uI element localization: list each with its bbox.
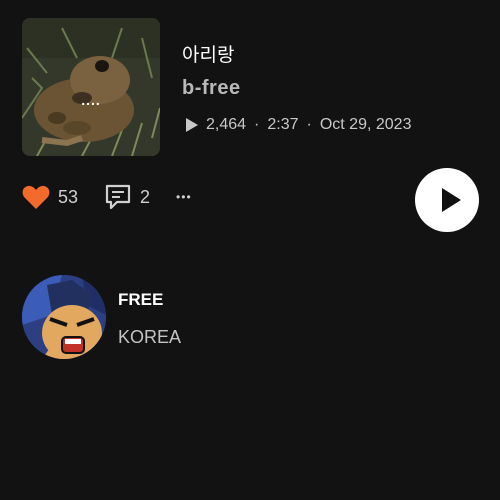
track-title[interactable]: 아리랑 [182, 40, 234, 67]
comment-button[interactable]: 2 [104, 183, 150, 211]
like-count: 53 [58, 186, 79, 207]
play-icon [442, 188, 461, 212]
more-icon: ••• [176, 190, 192, 204]
comment-icon [105, 184, 131, 210]
play-button[interactable] [415, 168, 479, 232]
track-duration: 2:37 [267, 116, 299, 133]
avatar-image [22, 275, 106, 359]
track-meta: 2,464 · 2:37 · Oct 29, 2023 [186, 116, 411, 134]
track-artist[interactable]: b-free [182, 77, 241, 100]
play-count-icon [186, 118, 198, 132]
track-page: .... 아리랑 b-free 2,464 · 2:37 · Oct 29, 2… [0, 0, 500, 500]
track-artwork[interactable]: .... [22, 18, 160, 156]
profile-subtitle: KOREA [118, 327, 182, 347]
profile-name[interactable]: FREE [118, 290, 163, 310]
separator: · [254, 116, 260, 133]
heart-icon [22, 185, 50, 209]
frog-image [22, 18, 160, 156]
play-count: 2,464 [206, 116, 247, 133]
more-button[interactable]: ••• [176, 190, 192, 204]
comment-count: 2 [140, 186, 151, 207]
like-button[interactable]: 53 [22, 184, 78, 210]
track-actions: 53 2 ••• [22, 183, 218, 211]
track-date: Oct 29, 2023 [319, 116, 412, 133]
artwork-menu-icon[interactable]: .... [22, 92, 160, 108]
avatar[interactable] [22, 275, 106, 359]
separator: · [306, 116, 312, 133]
